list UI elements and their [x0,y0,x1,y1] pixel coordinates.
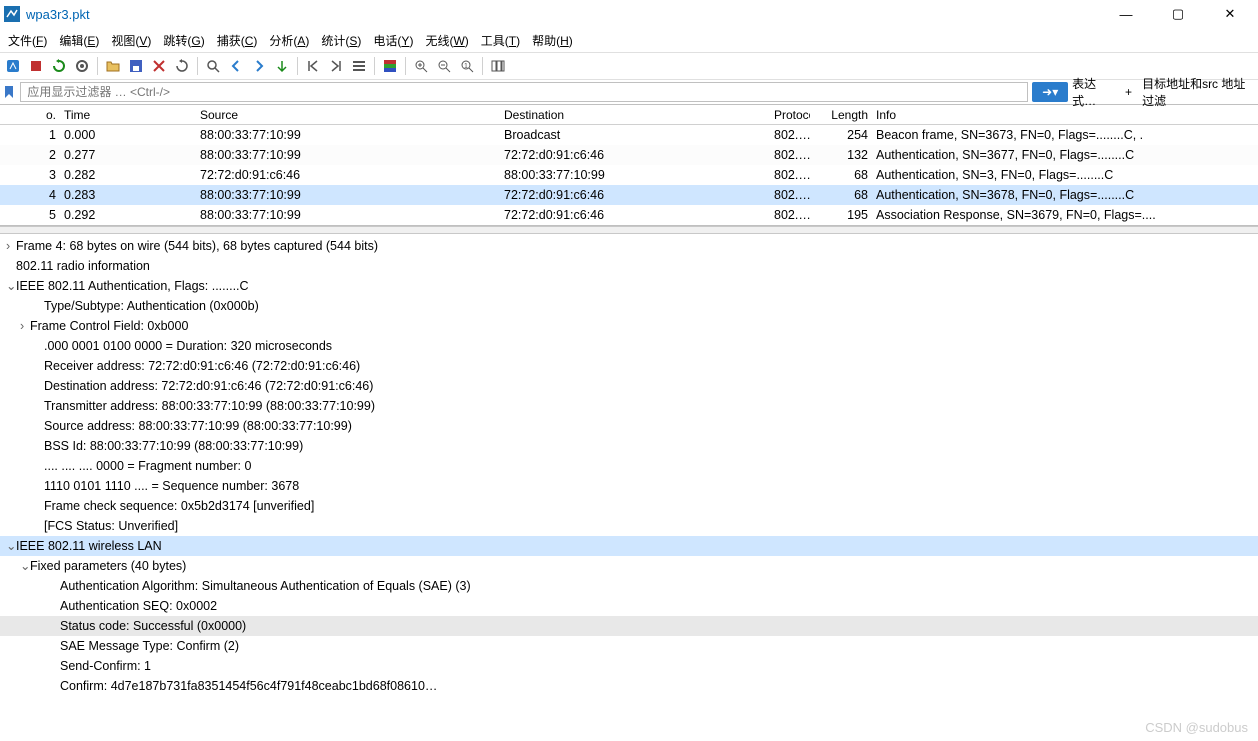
zoom-reset-icon[interactable]: 1 [456,55,478,77]
menubar: 文件(F)编辑(E)视图(V)跳转(G)捕获(C)分析(A)统计(S)电话(Y)… [0,28,1258,52]
toolbar-separator [405,57,406,75]
open-file-icon[interactable] [102,55,124,77]
stop-capture-icon[interactable] [25,55,47,77]
resize-columns-icon[interactable] [487,55,509,77]
watermark: CSDN @sudobus [1145,720,1248,735]
zoom-out-icon[interactable] [433,55,455,77]
menu-w[interactable]: 无线(W) [419,30,474,51]
menu-g[interactable]: 跳转(G) [157,30,210,51]
detail-receiver-addr[interactable]: Receiver address: 72:72:d0:91:c6:46 (72:… [0,356,1258,376]
packet-list: o. Time Source Destination Protoco Lengt… [0,104,1258,226]
start-capture-icon[interactable] [2,55,24,77]
maximize-button[interactable]: ▢ [1166,4,1190,24]
menu-t[interactable]: 工具(T) [475,30,526,51]
toolbar-separator [197,57,198,75]
detail-frame-control[interactable]: Frame Control Field: 0xb000 [0,316,1258,336]
bookmark-icon[interactable] [2,84,16,100]
find-icon[interactable] [202,55,224,77]
app-icon [4,6,20,22]
col-protocol[interactable]: Protoco [770,108,810,122]
save-file-icon[interactable] [125,55,147,77]
detail-source-addr[interactable]: Source address: 88:00:33:77:10:99 (88:00… [0,416,1258,436]
detail-fixed-params[interactable]: Fixed parameters (40 bytes) [0,556,1258,576]
col-destination[interactable]: Destination [500,108,770,122]
zoom-in-icon[interactable] [410,55,432,77]
detail-confirm-hash[interactable]: Confirm: 4d7e187b731fa8351454f56c4f791f4… [0,676,1258,696]
col-info[interactable]: Info [872,108,1258,122]
display-filter-input[interactable] [20,82,1028,102]
detail-sequence[interactable]: 1110 0101 1110 .... = Sequence number: 3… [0,476,1258,496]
expression-button[interactable]: 表达式… [1072,75,1115,109]
packet-list-header[interactable]: o. Time Source Destination Protoco Lengt… [0,105,1258,125]
detail-fcs-status[interactable]: [FCS Status: Unverified] [0,516,1258,536]
menu-v[interactable]: 视图(V) [105,30,157,51]
go-first-icon[interactable] [302,55,324,77]
menu-c[interactable]: 捕获(C) [211,30,264,51]
go-back-icon[interactable] [225,55,247,77]
add-filter-button[interactable]: + [1119,85,1138,99]
detail-auth-header[interactable]: IEEE 802.11 Authentication, Flags: .....… [0,276,1258,296]
detail-fragment[interactable]: .... .... .... 0000 = Fragment number: 0 [0,456,1258,476]
detail-send-confirm[interactable]: Send-Confirm: 1 [0,656,1258,676]
toolbar-separator [297,57,298,75]
packet-row[interactable]: 50.29288:00:33:77:10:9972:72:d0:91:c6:46… [0,205,1258,225]
close-file-icon[interactable] [148,55,170,77]
col-source[interactable]: Source [196,108,500,122]
col-length[interactable]: Length [810,108,872,122]
packet-row[interactable]: 10.00088:00:33:77:10:99Broadcast802.…254… [0,125,1258,145]
capture-options-icon[interactable] [71,55,93,77]
go-to-packet-icon[interactable] [271,55,293,77]
reload-file-icon[interactable] [171,55,193,77]
minimize-button[interactable]: — [1114,4,1138,24]
detail-auth-seq[interactable]: Authentication SEQ: 0x0002 [0,596,1258,616]
detail-wlan-header[interactable]: IEEE 802.11 wireless LAN [0,536,1258,556]
auto-scroll-icon[interactable] [348,55,370,77]
detail-frame[interactable]: Frame 4: 68 bytes on wire (544 bits), 68… [0,236,1258,256]
toolbar-separator [482,57,483,75]
restart-capture-icon[interactable] [48,55,70,77]
menu-e[interactable]: 编辑(E) [53,30,105,51]
window-title: wpa3r3.pkt [26,7,90,22]
apply-filter-button[interactable]: ➜▾ [1032,82,1068,102]
svg-text:1: 1 [464,63,468,70]
close-button[interactable]: ✕ [1218,4,1242,24]
menu-a[interactable]: 分析(A) [263,30,315,51]
detail-transmitter-addr[interactable]: Transmitter address: 88:00:33:77:10:99 (… [0,396,1258,416]
menu-h[interactable]: 帮助(H) [526,30,579,51]
packet-details: Frame 4: 68 bytes on wire (544 bits), 68… [0,234,1258,708]
filter-bar: ➜▾ 表达式… + 目标地址和src 地址过滤 [0,80,1258,104]
colorize-icon[interactable] [379,55,401,77]
detail-type-subtype[interactable]: Type/Subtype: Authentication (0x000b) [0,296,1258,316]
packet-row[interactable]: 20.27788:00:33:77:10:9972:72:d0:91:c6:46… [0,145,1258,165]
menu-y[interactable]: 电话(Y) [367,30,419,51]
col-no[interactable]: o. [0,108,60,122]
detail-fcs[interactable]: Frame check sequence: 0x5b2d3174 [unveri… [0,496,1258,516]
go-forward-icon[interactable] [248,55,270,77]
menu-f[interactable]: 文件(F) [2,30,53,51]
col-time[interactable]: Time [60,108,196,122]
splitter[interactable] [0,226,1258,234]
detail-bssid[interactable]: BSS Id: 88:00:33:77:10:99 (88:00:33:77:1… [0,436,1258,456]
detail-sae-type[interactable]: SAE Message Type: Confirm (2) [0,636,1258,656]
go-last-icon[interactable] [325,55,347,77]
detail-duration[interactable]: .000 0001 0100 0000 = Duration: 320 micr… [0,336,1258,356]
menu-s[interactable]: 统计(S) [315,30,367,51]
toolbar: 1 [0,52,1258,80]
packet-row[interactable]: 40.28388:00:33:77:10:9972:72:d0:91:c6:46… [0,185,1258,205]
detail-radio[interactable]: 802.11 radio information [0,256,1258,276]
toolbar-separator [374,57,375,75]
detail-status-code[interactable]: Status code: Successful (0x0000) [0,616,1258,636]
toolbar-separator [97,57,98,75]
packet-row[interactable]: 30.28272:72:d0:91:c6:4688:00:33:77:10:99… [0,165,1258,185]
detail-auth-algo[interactable]: Authentication Algorithm: Simultaneous A… [0,576,1258,596]
titlebar: wpa3r3.pkt — ▢ ✕ [0,0,1258,28]
filter-tail-label[interactable]: 目标地址和src 地址过滤 [1142,75,1256,109]
detail-dest-addr[interactable]: Destination address: 72:72:d0:91:c6:46 (… [0,376,1258,396]
